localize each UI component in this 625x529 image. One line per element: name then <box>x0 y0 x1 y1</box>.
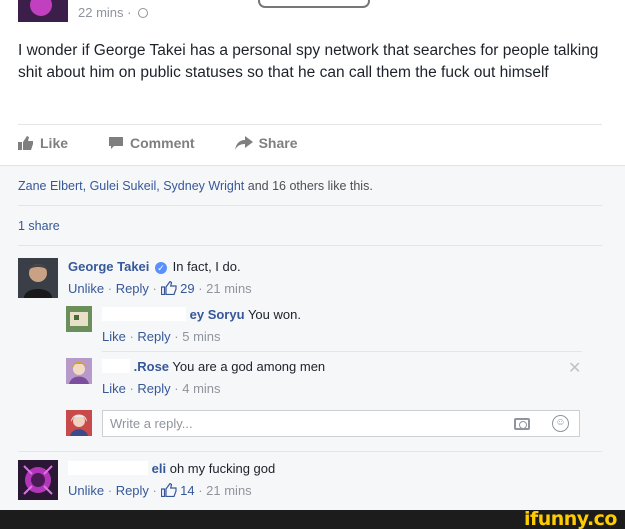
redacted-name <box>102 307 186 321</box>
commenter-name[interactable]: eli <box>152 461 166 476</box>
commenter-name[interactable]: .Rose <box>134 359 169 374</box>
close-icon[interactable]: ✕ <box>568 358 581 378</box>
commenter-avatar[interactable] <box>66 358 92 384</box>
likes-rest: and 16 others like this. <box>244 179 373 193</box>
comment: George Takei ✓ In fact, I do. Unlike · R… <box>18 258 252 299</box>
reply-input[interactable]: Write a reply... ☺ <box>102 410 580 437</box>
post-meta: 22 mins · <box>78 5 149 20</box>
post-text: I wonder if George Takei has a personal … <box>18 42 599 81</box>
comment-icon <box>109 137 124 149</box>
comment-time[interactable]: 5 mins <box>182 329 220 344</box>
liker-names[interactable]: Zane Elbert, Gulei Sukeil, Sydney Wright <box>18 179 244 193</box>
comment-text: oh my fucking god <box>169 461 276 476</box>
like-count-value: 14 <box>180 483 195 498</box>
reply-composer <box>66 410 92 436</box>
commenter-name[interactable]: George Takei <box>68 259 149 274</box>
commenter-avatar[interactable] <box>18 258 58 298</box>
comment: eli oh my fucking god Unlike · Reply · 1… <box>18 460 275 501</box>
comment-time[interactable]: 21 mins <box>206 483 252 498</box>
reply-placeholder: Write a reply... <box>110 416 193 431</box>
comment-label: Comment <box>130 135 195 151</box>
like-label: Like <box>40 135 69 151</box>
camera-icon[interactable] <box>514 418 530 430</box>
reply-link[interactable]: Reply <box>116 281 149 296</box>
share-button[interactable]: Share <box>234 135 298 151</box>
my-avatar <box>66 410 92 436</box>
top-pill <box>258 0 370 8</box>
watermark-bar: ifunny.co <box>0 508 625 529</box>
commenter-avatar[interactable] <box>66 306 92 332</box>
like-count-value: 29 <box>180 281 195 296</box>
share-icon <box>234 136 253 150</box>
thumbs-up-icon <box>160 483 177 497</box>
comment-like-count[interactable]: 29 <box>160 281 195 296</box>
reply: .Rose You are a god among men Like · Rep… <box>66 358 325 399</box>
emoji-icon[interactable]: ☺ <box>552 415 569 432</box>
reply: ey Soryu You won. Like · Reply · 5 mins <box>66 306 301 347</box>
like-button[interactable]: Like <box>18 135 68 151</box>
reply-link[interactable]: Reply <box>137 329 170 344</box>
share-label: Share <box>258 135 298 151</box>
post-time[interactable]: 22 mins <box>78 5 124 20</box>
unlike-link[interactable]: Unlike <box>68 483 104 498</box>
watermark-logo: ifunny.co <box>523 508 618 529</box>
divider <box>18 124 602 125</box>
divider <box>18 205 602 206</box>
comments-section: Zane Elbert, Gulei Sukeil, Sydney Wright… <box>0 165 625 510</box>
redacted-name <box>102 359 130 373</box>
reply-link[interactable]: Reply <box>116 483 149 498</box>
comment-text: You won. <box>247 307 301 322</box>
redacted-name <box>68 461 148 475</box>
divider <box>18 451 602 452</box>
thumbs-up-icon <box>160 281 177 295</box>
divider <box>18 245 602 246</box>
comment-text: In fact, I do. <box>172 259 241 274</box>
like-link[interactable]: Like <box>102 329 126 344</box>
poster-avatar[interactable] <box>18 0 68 22</box>
commenter-avatar[interactable] <box>18 460 58 500</box>
reply-link[interactable]: Reply <box>137 381 170 396</box>
comment-text: You are a god among men <box>172 359 326 374</box>
like-link[interactable]: Like <box>102 381 126 396</box>
verified-badge-icon: ✓ <box>155 262 168 274</box>
comment-time[interactable]: 4 mins <box>182 381 220 396</box>
globe-icon <box>138 8 149 18</box>
thumbs-up-icon <box>18 136 33 150</box>
comment-like-count[interactable]: 14 <box>160 483 195 498</box>
share-count[interactable]: 1 share <box>18 219 60 233</box>
commenter-name[interactable]: ey Soryu <box>190 307 245 322</box>
post-card: 22 mins · I wonder if George Takei has a… <box>0 0 625 165</box>
comment-time[interactable]: 21 mins <box>206 281 252 296</box>
unlike-link[interactable]: Unlike <box>68 281 104 296</box>
post-actions: Like Comment Share <box>18 135 338 151</box>
likes-summary[interactable]: Zane Elbert, Gulei Sukeil, Sydney Wright… <box>18 179 373 193</box>
comment-button[interactable]: Comment <box>108 135 195 151</box>
divider <box>102 351 582 352</box>
